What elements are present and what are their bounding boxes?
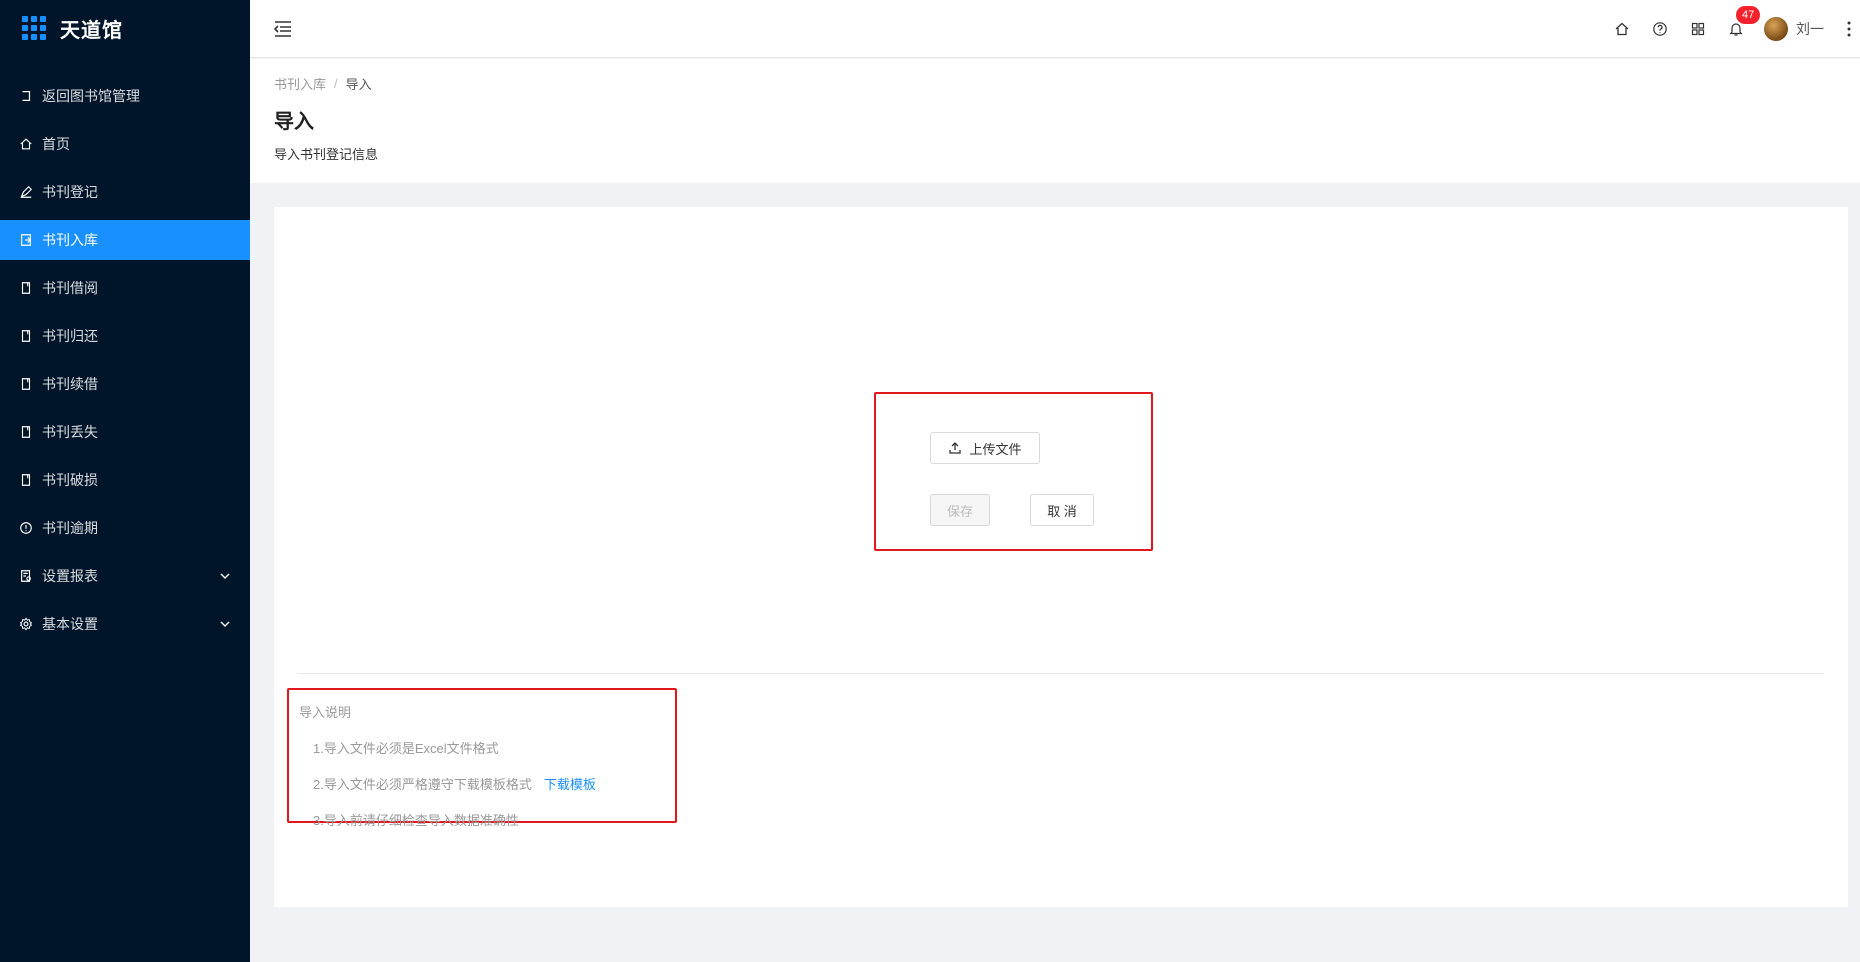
- sidebar-menu: 返回图书馆管理 首页 书刊登记 书刊入库 书刊借阅 书刊归还 书刊续借 书刊丢失…: [0, 76, 250, 644]
- breadcrumb-parent[interactable]: 书刊入库: [274, 74, 326, 93]
- sidebar-item-reports[interactable]: 设置报表: [0, 556, 250, 596]
- apps-grid-icon: [22, 16, 46, 40]
- sidebar-item-damaged[interactable]: 书刊破损: [0, 460, 250, 500]
- breadcrumb-current: 导入: [345, 77, 372, 92]
- sidebar-item-stock-in[interactable]: 书刊入库: [0, 220, 250, 260]
- sidebar-item-label: 书刊续借: [42, 376, 98, 392]
- gear-icon: [18, 616, 34, 632]
- book-icon: [18, 376, 34, 392]
- edit-icon: [18, 184, 34, 200]
- instruction-item: 3.导入前请仔细检查导入数据准确性: [313, 813, 519, 828]
- top-header: 47 刘一: [250, 0, 1860, 58]
- sidebar-item-label: 基本设置: [42, 616, 98, 632]
- chevron-down-icon: [220, 621, 230, 627]
- sidebar-item-label: 书刊丢失: [42, 424, 98, 440]
- notification-badge: 47: [1736, 6, 1761, 24]
- home-icon: [18, 136, 34, 152]
- book-icon: [18, 280, 34, 296]
- header-actions: 47 刘一: [1612, 0, 1860, 58]
- sidebar-item-home[interactable]: 首页: [0, 124, 250, 164]
- sidebar: 天道馆 返回图书馆管理 首页 书刊登记 书刊入库 书刊借阅 书刊归还 书刊续借 …: [0, 0, 250, 962]
- info-circle-icon: [18, 520, 34, 536]
- home-icon[interactable]: [1612, 19, 1632, 39]
- apps-icon[interactable]: [1688, 19, 1708, 39]
- app-title: 天道馆: [60, 19, 123, 42]
- chevron-down-icon: [220, 573, 230, 579]
- sidebar-item-label: 设置报表: [42, 568, 98, 584]
- menu-fold-icon[interactable]: [272, 18, 294, 40]
- sidebar-item-label: 书刊登记: [42, 184, 98, 200]
- back-icon: [18, 88, 34, 104]
- sidebar-item-label: 书刊归还: [42, 328, 98, 344]
- report-icon: [18, 568, 34, 584]
- sidebar-item-label: 首页: [42, 136, 70, 152]
- download-template-link[interactable]: 下载模板: [544, 777, 596, 792]
- help-icon[interactable]: [1650, 19, 1670, 39]
- page-title: 导入: [274, 111, 314, 133]
- import-icon: [18, 232, 34, 248]
- instruction-item: 2.导入文件必须严格遵守下载模板格式 下载模板: [313, 777, 596, 792]
- sidebar-item-label: 书刊逾期: [42, 520, 98, 536]
- username[interactable]: 刘一: [1796, 19, 1824, 39]
- page-header: 书刊入库 / 导入 导入 导入书刊登记信息: [250, 59, 1860, 183]
- sidebar-item-borrow[interactable]: 书刊借阅: [0, 268, 250, 308]
- bell-icon[interactable]: 47: [1726, 6, 1761, 39]
- save-button[interactable]: 保存: [930, 494, 990, 526]
- instructions-title: 导入说明: [299, 705, 352, 720]
- import-instructions: 导入说明 1.导入文件必须是Excel文件格式 2.导入文件必须严格遵守下载模板…: [287, 688, 677, 828]
- sidebar-item-overdue[interactable]: 书刊逾期: [0, 508, 250, 548]
- sidebar-item-settings[interactable]: 基本设置: [0, 604, 250, 644]
- upload-icon: [949, 442, 962, 454]
- sidebar-item-register[interactable]: 书刊登记: [0, 172, 250, 212]
- upload-file-button[interactable]: 上传文件: [930, 432, 1040, 464]
- book-icon: [18, 472, 34, 488]
- breadcrumb-separator: /: [334, 76, 338, 91]
- avatar[interactable]: [1764, 17, 1788, 41]
- app-logo[interactable]: 天道馆: [0, 0, 250, 56]
- book-icon: [18, 424, 34, 440]
- sidebar-item-label: 书刊破损: [42, 472, 98, 488]
- sidebar-item-renew[interactable]: 书刊续借: [0, 364, 250, 404]
- sidebar-item-label: 书刊借阅: [42, 280, 98, 296]
- import-card: 上传文件 保存 取 消 导入说明 1.导入文件必须是Excel文件格式 2.导入…: [274, 207, 1848, 907]
- divider: [298, 673, 1824, 674]
- upload-section: 上传文件 保存 取 消: [874, 392, 1153, 551]
- page-description: 导入书刊登记信息: [274, 147, 379, 162]
- sidebar-item-return[interactable]: 书刊归还: [0, 316, 250, 356]
- breadcrumb: 书刊入库 / 导入: [274, 74, 1836, 93]
- cancel-button[interactable]: 取 消: [1030, 494, 1094, 526]
- more-vertical-icon[interactable]: [1844, 19, 1854, 39]
- upload-label: 上传文件: [969, 441, 1022, 457]
- instruction-item: 1.导入文件必须是Excel文件格式: [313, 741, 499, 756]
- sidebar-item-back[interactable]: 返回图书馆管理: [0, 76, 250, 116]
- sidebar-item-label: 返回图书馆管理: [42, 88, 140, 104]
- sidebar-item-label: 书刊入库: [42, 232, 98, 248]
- book-icon: [18, 328, 34, 344]
- sidebar-item-lost[interactable]: 书刊丢失: [0, 412, 250, 452]
